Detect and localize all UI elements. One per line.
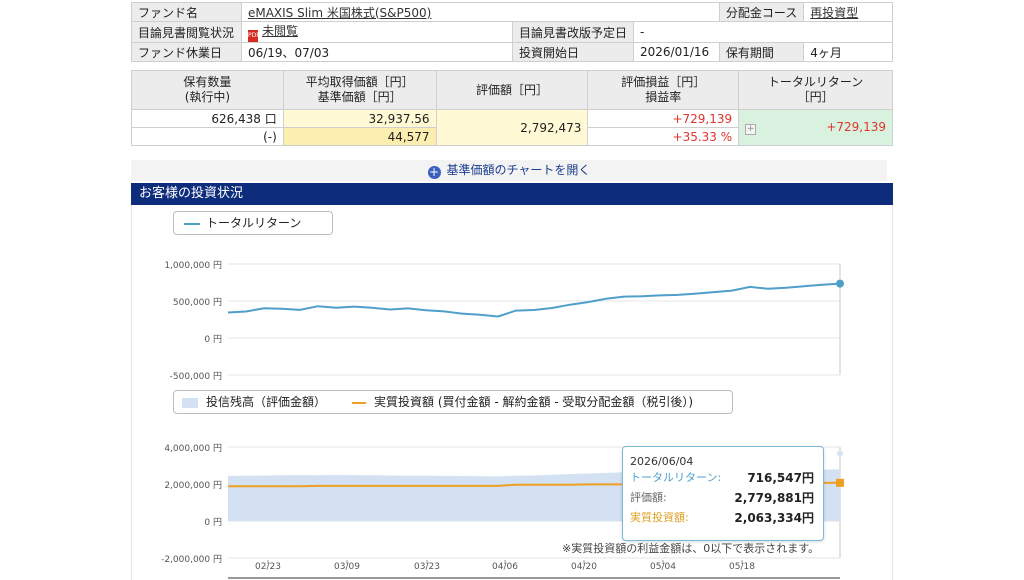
return-y-tick-label: 0 円 (204, 335, 222, 345)
legend-total-return[interactable]: トータルリターン (173, 211, 333, 235)
balance-y-tick-label: 2,000,000 円 (164, 481, 222, 491)
balance-y-tick-label: 4,000,000 円 (164, 444, 222, 454)
tooltip-date: 2026/06/04 (630, 455, 694, 468)
legend-balance-label: 投信残高（評価金額） (206, 395, 327, 409)
return-y-tick-label: -500,000 円 (169, 372, 222, 382)
balance-y-tick-label: 0 円 (204, 518, 222, 528)
tooltip-tr-value: 716,547円 (747, 471, 814, 485)
total-return-series-line (227, 282, 841, 318)
x-tick-label: 03/09 (334, 562, 360, 572)
total-return-current-point (836, 279, 844, 288)
chart-tooltip: 2026/06/04 トータルリターン: 716,547円 評価額: 2,779,8… (622, 446, 824, 541)
tooltip-tr-label: トータルリターン: (630, 471, 722, 484)
x-tick-label: 05/18 (729, 562, 755, 572)
legend-balance[interactable]: 投信残高（評価金額） 実質投資額 (買付金額 - 解約金額 - 受取分配金額（税引… (173, 390, 733, 414)
line-swatch-orange-icon (352, 401, 367, 404)
chart-note: ※実質投資額の利益金額は、0以下で表示されます。 (562, 542, 820, 555)
return-y-tick-label: 1,000,000 円 (164, 261, 222, 271)
tooltip-val-value: 2,779,881円 (734, 491, 814, 505)
area-swatch-icon (182, 397, 198, 408)
line-swatch-icon (184, 222, 200, 225)
balance-y-tick-label: -2,000,000 円 (161, 555, 222, 565)
invest-current-marker (836, 478, 844, 487)
x-tick-label: 04/20 (571, 562, 597, 572)
charts-svg (227, 263, 844, 579)
x-tick-label: 04/06 (492, 562, 518, 572)
x-tick-label: 02/23 (255, 562, 281, 572)
x-tick-label: 03/23 (414, 562, 440, 572)
tooltip-val-label: 評価額: (630, 491, 667, 504)
balance-current-marker (837, 450, 843, 457)
x-tick-label: 05/04 (650, 562, 676, 572)
return-y-tick-label: 500,000 円 (172, 298, 222, 308)
legend-total-return-label: トータルリターン (206, 216, 302, 230)
tooltip-inv-value: 2,063,334円 (734, 511, 814, 525)
tooltip-inv-label: 実質投資額: (630, 511, 689, 524)
legend-invest-label: 実質投資額 (買付金額 - 解約金額 - 受取分配金額（税引後）) (374, 395, 694, 409)
